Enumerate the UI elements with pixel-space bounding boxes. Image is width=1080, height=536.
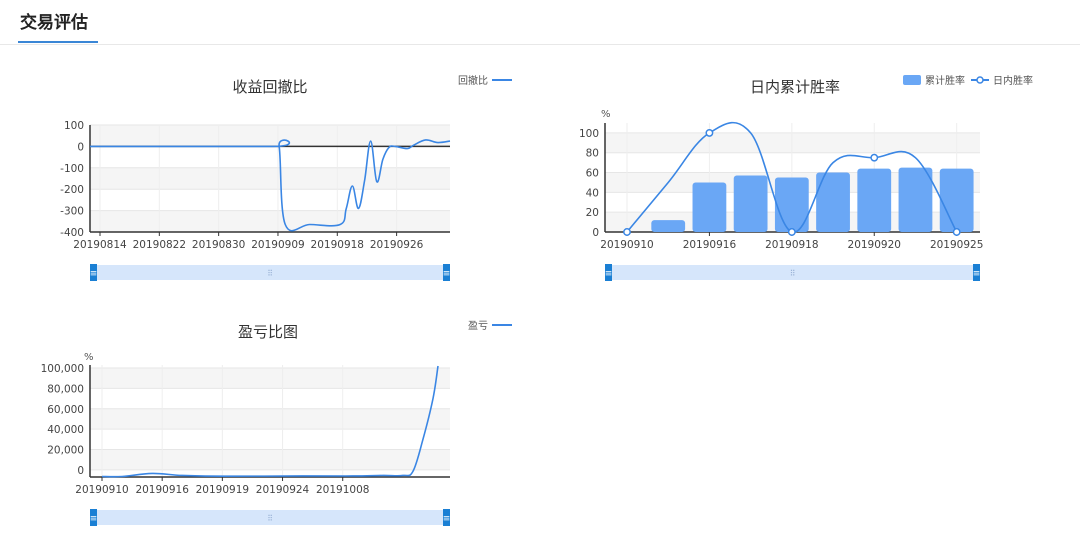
line-point[interactable] xyxy=(705,128,714,137)
legend-bar-icon xyxy=(903,75,921,85)
drawdown-chart-svg: 收益回撤比 回撤比 100 0 -100 -200 -300 -40020190814 20… xyxy=(60,74,512,281)
x-tick-label: 20190910 xyxy=(75,484,128,496)
bar-cumulative-winrate[interactable] xyxy=(857,168,892,232)
y-unit-label: % xyxy=(84,352,94,363)
page-header: 交易评估 xyxy=(0,0,1080,45)
grid-band xyxy=(90,449,450,470)
handle-grip-icon: ≡ xyxy=(90,514,98,524)
x-tick-label: 20190918 xyxy=(311,239,364,251)
x-tick-label: 20190919 xyxy=(196,484,249,496)
handle-grip-icon: ≡ xyxy=(443,269,451,279)
chart-title: 收益回撤比 xyxy=(232,78,307,96)
legend[interactable]: 回撤比 xyxy=(458,74,512,87)
datazoom-slider[interactable]: ⠿ ≡ ≡ xyxy=(90,264,451,281)
drawdown-chart: 收益回撤比 回撤比 100 0 -100 -200 -300 -400 20190814 20… xyxy=(0,60,530,300)
bar-cumulative-winrate[interactable] xyxy=(692,182,727,232)
y-tick-label: 100,000 xyxy=(41,363,84,375)
y-tick-label: -100 xyxy=(60,163,84,175)
legend[interactable]: 盈亏 xyxy=(468,320,512,332)
y-unit-label: % xyxy=(601,109,611,120)
handle-grip-icon: ≡ xyxy=(605,269,613,279)
y-tick-label: 100 xyxy=(64,120,84,132)
legend-line[interactable]: 日内胜率 xyxy=(971,74,1033,87)
x-tick-label: 20190909 xyxy=(251,239,304,251)
grid-band xyxy=(90,167,450,190)
y-tick-label: 60,000 xyxy=(47,404,84,416)
x-tick-label: 20190918 xyxy=(765,239,818,251)
datazoom-grip-icon[interactable]: ⠿ xyxy=(267,514,273,523)
bar-cumulative-winrate[interactable] xyxy=(733,175,768,232)
pnl-chart-svg: 盈亏比图 盈亏 % 100,000 80,000 60,000 40,000 20,00… xyxy=(41,320,512,526)
x-tick-label: 20190916 xyxy=(135,484,189,496)
y-tick-label: 40 xyxy=(586,187,599,199)
legend-label: 回撤比 xyxy=(458,74,488,87)
legend-label: 日内胜率 xyxy=(993,74,1033,87)
legend-bar[interactable]: 累计胜率 xyxy=(903,74,965,87)
x-tick-label: 20190926 xyxy=(370,239,424,251)
x-tick-label: 20190920 xyxy=(848,239,901,251)
x-tick-label: 20190830 xyxy=(192,239,245,251)
x-tick-label: 20191008 xyxy=(316,484,369,496)
grid-band xyxy=(90,368,450,389)
x-tick-label: 20190916 xyxy=(683,239,737,251)
datazoom-grip-icon[interactable]: ⠿ xyxy=(267,269,273,278)
datazoom-grip-icon[interactable]: ⠿ xyxy=(790,269,796,278)
y-tick-label: 40,000 xyxy=(47,424,84,436)
grid-band xyxy=(90,210,450,232)
x-tick-label: 20190814 xyxy=(73,239,127,251)
page-title: 交易评估 xyxy=(20,13,88,33)
handle-grip-icon: ≡ xyxy=(90,269,98,279)
bar-cumulative-winrate[interactable] xyxy=(651,220,686,232)
y-tick-label: 80 xyxy=(586,148,599,160)
x-tick-label: 20190910 xyxy=(600,239,653,251)
winrate-chart: 日内累计胜率 累计胜率 日内胜率 % 100 80 60 40 20 0 20190910 2… xyxy=(545,60,1065,300)
line-point[interactable] xyxy=(787,228,796,236)
y-tick-label: 0 xyxy=(77,465,84,477)
pnl-chart: 盈亏比图 盈亏 % 100,000 80,000 60,000 40,000 20,00… xyxy=(0,305,530,535)
line-point[interactable] xyxy=(870,153,879,162)
y-tick-label: 0 xyxy=(77,141,84,153)
y-tick-label: -200 xyxy=(60,184,84,196)
y-tick-label: 80,000 xyxy=(47,383,84,395)
x-tick-label: 20190925 xyxy=(930,239,983,251)
line-point[interactable] xyxy=(952,228,961,236)
y-tick-label: 20 xyxy=(586,207,599,219)
grid-band xyxy=(90,408,450,430)
active-tab-underline xyxy=(18,41,98,43)
legend-marker-icon xyxy=(976,76,984,84)
winrate-chart-svg: 日内累计胜率 累计胜率 日内胜率 % 100 80 60 40 20 020190910 2… xyxy=(579,74,1033,281)
y-tick-label: -300 xyxy=(60,206,84,218)
grid-band xyxy=(605,132,980,153)
datazoom-slider[interactable]: ⠿ ≡ ≡ xyxy=(90,509,451,526)
y-tick-label: 60 xyxy=(586,168,599,180)
bar-cumulative-winrate[interactable] xyxy=(939,168,974,232)
y-tick-label: 100 xyxy=(579,128,599,140)
line-point[interactable] xyxy=(623,228,631,236)
chart-title: 日内累计胜率 xyxy=(750,78,840,96)
y-tick-label: -400 xyxy=(60,227,84,239)
legend-label: 累计胜率 xyxy=(925,74,965,87)
x-tick-label: 20190924 xyxy=(256,484,310,496)
y-tick-label: 20,000 xyxy=(47,445,84,457)
handle-grip-icon: ≡ xyxy=(973,269,981,279)
x-tick-label: 20190822 xyxy=(133,239,186,251)
grid-band xyxy=(90,125,450,147)
datazoom-slider[interactable]: ⠿ ≡ ≡ xyxy=(605,264,981,281)
y-tick-label: 0 xyxy=(592,227,599,239)
legend-label: 盈亏 xyxy=(468,320,488,332)
chart-title: 盈亏比图 xyxy=(238,323,298,341)
handle-grip-icon: ≡ xyxy=(443,514,451,524)
bar-cumulative-winrate[interactable] xyxy=(898,167,933,232)
